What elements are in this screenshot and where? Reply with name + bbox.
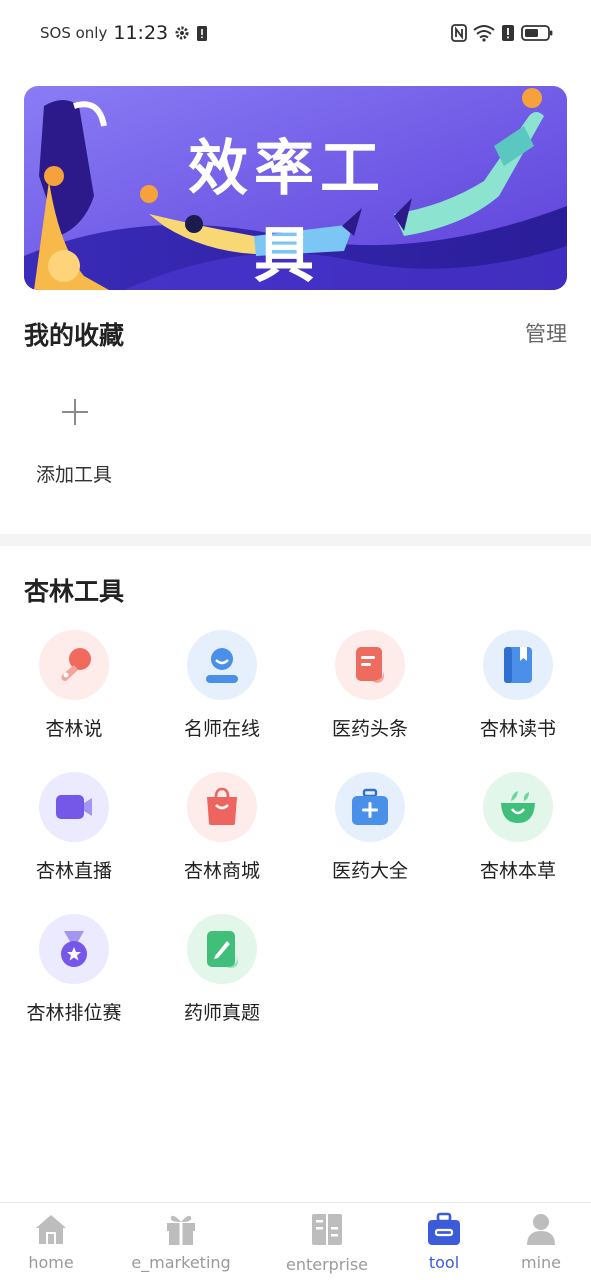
person-icon xyxy=(527,1214,555,1245)
tool-icon-bg xyxy=(39,630,109,700)
add-tool-button[interactable]: 添加工具 xyxy=(24,386,124,496)
tool-item-herbal[interactable]: 杏林本草 xyxy=(444,772,591,882)
gear-icon xyxy=(175,26,189,40)
tool-icon-bg xyxy=(483,772,553,842)
medal-icon xyxy=(61,931,87,967)
tab-label: mine xyxy=(520,1253,561,1272)
banner-title: 效率工具 xyxy=(188,134,386,290)
nfc-icon xyxy=(451,24,467,42)
tool-item-live[interactable]: 杏林直播 xyxy=(0,772,148,882)
tool-icon-bg xyxy=(483,630,553,700)
battery-icon xyxy=(521,25,553,41)
tab-enterprise[interactable]: enterprise xyxy=(268,1203,386,1280)
tool-icon-bg xyxy=(335,772,405,842)
plus-icon xyxy=(62,399,88,425)
microphone-icon xyxy=(61,648,91,681)
tool-label: 杏林读书 xyxy=(479,718,556,740)
home-icon xyxy=(36,1215,66,1244)
efficiency-tools-banner[interactable]: 效率工具 xyxy=(24,86,567,290)
tab-e-marketing[interactable]: e_marketing xyxy=(122,1203,240,1280)
shopping-bag-icon xyxy=(207,787,237,825)
tool-label: 杏林排位赛 xyxy=(26,1002,122,1024)
wifi-icon xyxy=(473,25,495,42)
tool-icon-bg xyxy=(39,914,109,984)
tool-label: 杏林直播 xyxy=(35,860,112,882)
tool-icon-bg xyxy=(187,914,257,984)
tool-item-pharmacist-exam[interactable]: 药师真题 xyxy=(148,914,296,1024)
sim-alert-icon xyxy=(197,25,208,41)
tool-label: 医药大全 xyxy=(331,860,408,882)
tool-label: 杏林本草 xyxy=(479,860,556,882)
tools-title: 杏林工具 xyxy=(24,577,125,606)
tool-label: 杏林商城 xyxy=(183,860,260,882)
tool-icon-bg xyxy=(335,630,405,700)
tool-label: 名师在线 xyxy=(183,718,260,740)
news-icon xyxy=(356,647,384,683)
tool-label: 杏林说 xyxy=(45,718,103,740)
tab-label: e_marketing xyxy=(131,1253,231,1272)
tool-item-medical-news[interactable]: 医药头条 xyxy=(296,630,444,740)
tool-item-xinglin-shuo[interactable]: 杏林说 xyxy=(0,630,148,740)
tool-label: 药师真题 xyxy=(183,1002,260,1024)
teacher-icon xyxy=(206,648,238,683)
tool-item-famous-teacher[interactable]: 名师在线 xyxy=(148,630,296,740)
favorites-title: 我的收藏 xyxy=(24,321,125,350)
toolbox-icon xyxy=(428,1212,460,1245)
tool-label: 医药头条 xyxy=(331,718,408,740)
carrier-text: SOS only xyxy=(40,24,108,42)
medical-kit-icon xyxy=(352,788,388,825)
herb-bowl-icon xyxy=(501,791,535,823)
alert-icon xyxy=(502,25,514,41)
status-right xyxy=(451,24,553,42)
tab-home[interactable]: home xyxy=(0,1203,110,1280)
tab-label: home xyxy=(28,1253,74,1272)
tool-icon-bg xyxy=(39,772,109,842)
exam-paper-icon xyxy=(207,931,238,968)
tool-icon-bg xyxy=(187,772,257,842)
status-bar: SOS only 11:23 xyxy=(0,0,591,66)
bottom-tab-bar: home e_marketing enterprise tool mine xyxy=(0,1202,591,1280)
video-camera-icon xyxy=(56,795,92,819)
book-icon xyxy=(504,647,532,683)
tool-item-medicine-encyclopedia[interactable]: 医药大全 xyxy=(296,772,444,882)
status-left: SOS only 11:23 xyxy=(40,22,208,44)
tab-label: enterprise xyxy=(285,1255,369,1274)
tab-mine[interactable]: mine xyxy=(482,1203,591,1280)
tool-item-ranking-contest[interactable]: 杏林排位赛 xyxy=(0,914,148,1024)
tool-item-reading[interactable]: 杏林读书 xyxy=(444,630,591,740)
tool-icon-bg xyxy=(187,630,257,700)
tool-item-mall[interactable]: 杏林商城 xyxy=(148,772,296,882)
manage-button[interactable]: 管理 xyxy=(525,318,567,348)
gift-icon xyxy=(167,1215,195,1245)
add-tool-label: 添加工具 xyxy=(35,464,112,486)
enterprise-icon xyxy=(312,1214,342,1245)
clock: 11:23 xyxy=(113,22,169,44)
section-divider xyxy=(0,534,591,546)
